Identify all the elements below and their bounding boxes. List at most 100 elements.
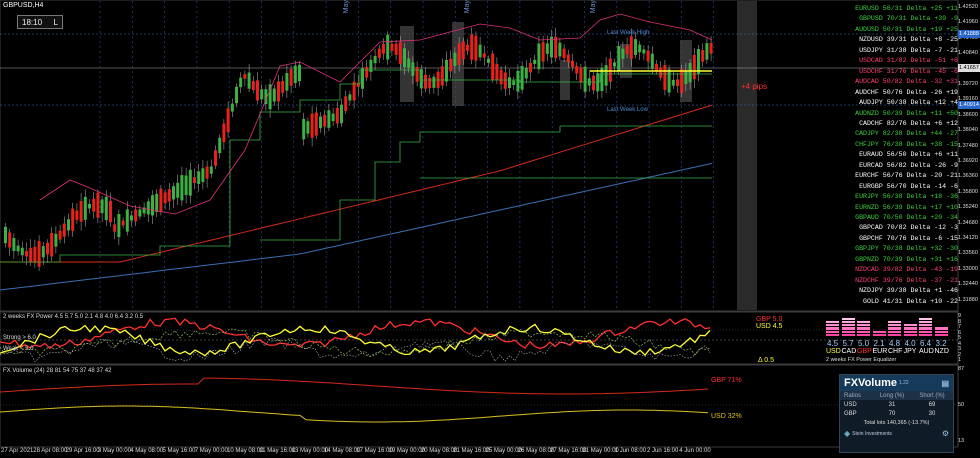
pair-strength-row: EURNZD 56/39 Delta +17 +10 [855, 203, 958, 211]
month-marker-2: May [464, 0, 471, 14]
month-marker-3: May [590, 0, 597, 14]
equalizer-segment [872, 330, 886, 334]
equalizer-segment [857, 324, 870, 327]
date-tick: 21 May 16:00 [453, 448, 490, 454]
price-tick: 1.37480 [958, 142, 978, 149]
pair-strength-row: CADCHF 82/76 Delta +6 +12 [859, 119, 958, 127]
price-tick: 1.38600 [958, 111, 978, 118]
equalizer-segment [903, 334, 917, 337]
date-tick: 31 May 00:00 [582, 448, 619, 454]
price-tick: 1.36360 [958, 173, 978, 180]
fx-volume-panel[interactable]: FXVolume 1.22 ▤ Ratios Long (%) Short (%… [839, 374, 954, 453]
price-tick: 1.31880 [958, 296, 978, 303]
equalizer-segment [934, 327, 948, 330]
pair-strength-row: CHFJPY 76/38 Delta +38 -15 [855, 140, 958, 148]
weak-threshold-label: Weak < 3.0 [3, 346, 34, 352]
pair-strength-row: NZDUSD 39/31 Delta +8 -25 [859, 36, 958, 44]
date-tick: 29 Apr 16:00 [65, 448, 100, 454]
date-tick: 5 May 16:00 [162, 448, 196, 454]
volume-axis-tick: 87 [958, 366, 965, 372]
equalizer-segment [826, 334, 839, 337]
date-tick: 17 May 16:00 [356, 448, 393, 454]
equalizer-currency: JPY [903, 348, 917, 355]
pair-strength-row: GBPCAD 70/82 Delta -12 -3 [859, 224, 958, 232]
usd-power-label: USD 4.5 [756, 323, 783, 330]
pair-strength-row: NZDCAD 39/82 Delta -43 -19 [855, 266, 958, 274]
equalizer-segment [934, 334, 948, 337]
fx-power-title: 2 weeks FX Power 4.5 5.7 5.0 2.1 4.8 4.0… [3, 314, 144, 320]
stein-logo-text: Stein Investments [852, 430, 892, 437]
date-tick: 7 May 00:00 [194, 448, 228, 454]
equalizer-currency: EUR [872, 348, 888, 355]
equalizer-currency: USD [826, 348, 841, 355]
pair-strength-row: GBPNZD 70/39 Delta +31 +16 [855, 255, 958, 263]
equalizer-segment [841, 334, 855, 337]
equalizer-segment [888, 327, 901, 330]
usd-volume-row: USD 31 69 [844, 401, 936, 408]
pair-strength-row: EURCAD 56/82 Delta -26 -9 [859, 161, 958, 169]
date-tick: 3 May 00:00 [97, 448, 131, 454]
pair-strength-row: USDCHF 31/76 Delta -45 -6 [859, 67, 958, 75]
equalizer-segment [903, 330, 917, 334]
fx-volume-header: FXVolume 1.22 ▤ [840, 375, 953, 391]
equalizer-segment [826, 320, 839, 324]
date-tick: 1 Jun 08:00 [614, 448, 647, 454]
future-shade [737, 1, 757, 310]
date-tick: 4 Jun 00:00 [679, 448, 711, 454]
equalizer-segment [841, 327, 855, 330]
chart-area[interactable] [0, 0, 980, 458]
pair-strength-row: AUDCAD 50/82 Delta -32 +31 [855, 78, 958, 86]
volume-axis-tick: 13 [958, 438, 965, 444]
gbp-volume-row: GBP 70 30 [844, 410, 936, 417]
equalizer-segment [841, 330, 855, 334]
equalizer-segment [888, 330, 901, 334]
equalizer-value: 6.4 [919, 339, 932, 348]
equalizer-currency: AUD [919, 348, 934, 355]
pair-strength-row: EURCHF 56/76 Delta -20 -21 [855, 172, 958, 180]
last-week-high-label: Last Week High [607, 30, 650, 36]
equalizer-segment [841, 320, 855, 324]
equalizer-value: 4.0 [904, 339, 916, 348]
price-chart-canvas[interactable] [0, 0, 980, 458]
date-tick: 4 May 08:00 [130, 448, 164, 454]
price-tick: 1.41960 [958, 19, 978, 26]
power-axis-tick: 1 [958, 357, 962, 363]
pair-strength-row: EURGBP 56/70 Delta -14 -6 [859, 182, 958, 190]
equalizer-segment [903, 327, 917, 330]
date-tick: 28 Apr 08:00 [33, 448, 68, 454]
pair-strength-row: EURAUD 56/50 Delta +6 +11 [859, 151, 958, 159]
delta-label: Δ 0.5 [758, 357, 774, 364]
equalizer-segment [919, 330, 932, 334]
equalizer-value: 5.0 [857, 339, 870, 348]
equalizer-segment [919, 324, 932, 327]
clock-widget[interactable]: 18:10 L [17, 15, 63, 29]
equalizer-segment [826, 327, 839, 330]
settings-icon[interactable]: ⚙ [942, 429, 949, 438]
equalizer-currency: CAD [841, 348, 857, 355]
fx-volume-brand: FXVolume [844, 377, 897, 389]
equalizer-currency: NZD [934, 348, 949, 355]
last-week-low-label: Last Week Low [607, 107, 648, 113]
equalizer-segment [841, 317, 855, 320]
pair-strength-row: GBPUSD 70/31 Delta +39 -9 [859, 15, 958, 23]
pair-strength-row: NZDCHF 39/76 Delta -37 -21 [855, 276, 958, 284]
price-tick: 1.39720 [958, 81, 978, 87]
price-tag-high: 1.41888 [958, 30, 980, 38]
gbp-power-label: GBP 5.0 [756, 316, 783, 323]
equalizer-segment [934, 330, 948, 334]
date-tick: 26 May 08:00 [517, 448, 555, 454]
equalizer-segment [826, 324, 839, 327]
date-tick: 10 May 08:00 [227, 448, 264, 454]
equalizer-value: 3.2 [935, 339, 947, 348]
pair-strength-row: NZDJPY 39/38 Delta +1 -46 [859, 287, 958, 295]
equalizer-value: 5.7 [842, 339, 854, 348]
ratios-header: Ratios [844, 393, 862, 399]
price-tick: 1.42520 [958, 4, 978, 10]
date-tick: 13 May 00:00 [291, 448, 329, 454]
chart-icon[interactable]: ▤ [941, 379, 949, 388]
pair-strength-row: USDCAD 31/82 Delta -51 +6 [859, 57, 958, 65]
equalizer-segment [919, 317, 932, 320]
date-tick: 2 Jun 16:00 [647, 448, 679, 454]
clock-mode-button[interactable]: L [54, 18, 58, 27]
equalizer-segment [826, 330, 839, 334]
